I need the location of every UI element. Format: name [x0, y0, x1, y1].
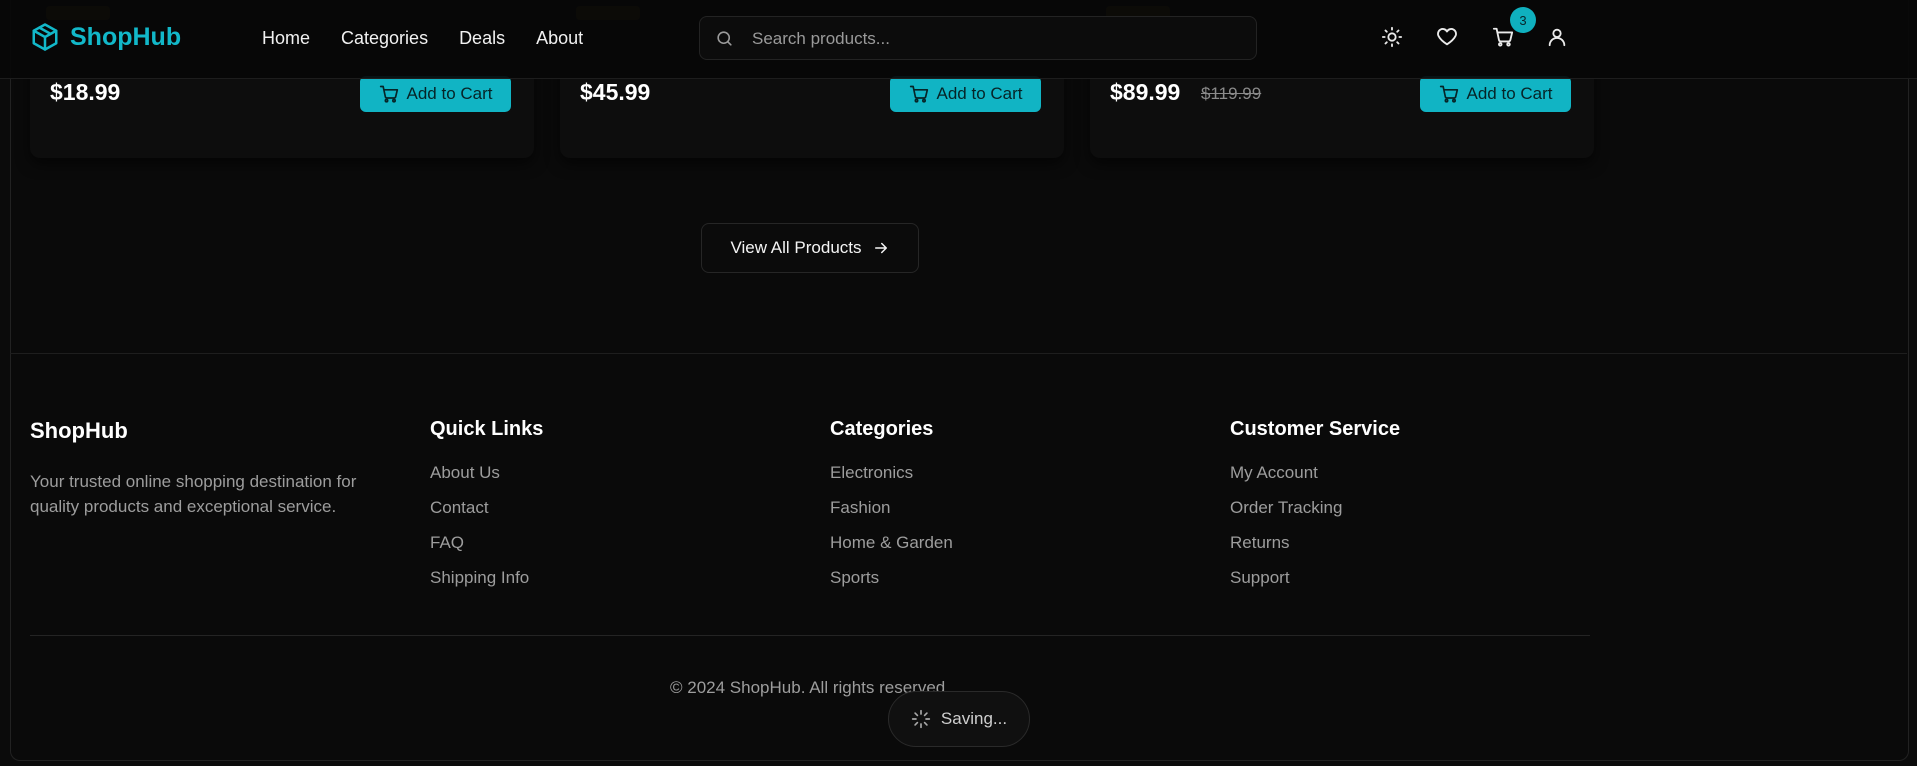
- footer-link[interactable]: Shipping Info: [430, 568, 543, 603]
- footer-link[interactable]: Fashion: [830, 498, 953, 533]
- product-original-price: $119.99: [1201, 84, 1262, 103]
- arrow-right-icon: [874, 242, 887, 254]
- add-to-cart-label: Add to Cart: [406, 84, 493, 103]
- add-to-cart-button[interactable]: Add to Cart: [360, 76, 511, 112]
- package-icon: [32, 23, 58, 51]
- nav-deals[interactable]: Deals: [459, 28, 505, 49]
- add-to-cart-label: Add to Cart: [936, 84, 1023, 103]
- footer-brand: ShopHub: [30, 418, 128, 443]
- sun-icon: [1381, 26, 1403, 48]
- brand-logo[interactable]: ShopHub: [30, 22, 181, 52]
- main-nav: Home Categories Deals About: [262, 28, 583, 49]
- footer-link[interactable]: Sports: [830, 568, 953, 603]
- view-all-label: View All Products: [730, 238, 862, 257]
- nav-home[interactable]: Home: [262, 28, 310, 49]
- brand-name: ShopHub: [70, 22, 182, 51]
- cart-icon: [1492, 27, 1514, 47]
- footer-link[interactable]: Order Tracking: [1230, 498, 1400, 533]
- product-price: $89.99: [1110, 79, 1181, 105]
- footer-column-title: Customer Service: [1230, 418, 1401, 440]
- cart-icon: [379, 85, 398, 103]
- footer-divider: [10, 353, 1907, 354]
- footer-link[interactable]: FAQ: [430, 533, 543, 568]
- footer-link[interactable]: Home & Garden: [830, 533, 953, 568]
- saving-label: Saving...: [940, 709, 1008, 728]
- search-icon: [717, 31, 732, 46]
- copyright-text: © 2024 ShopHub. All rights reserved.: [670, 678, 950, 697]
- add-to-cart-label: Add to Cart: [1466, 84, 1553, 103]
- saving-toast: Saving...: [888, 691, 1030, 747]
- footer-column-customer-service: Customer Service My Account Order Tracki…: [1230, 418, 1400, 603]
- view-all-products-button[interactable]: View All Products: [701, 223, 919, 273]
- site-header: ShopHub Home Categories Deals About 3: [0, 0, 1917, 79]
- footer-link[interactable]: Electronics: [830, 463, 953, 498]
- add-to-cart-button[interactable]: Add to Cart: [1420, 76, 1571, 112]
- spinner-icon: [911, 709, 931, 729]
- product-price: $18.99: [50, 79, 121, 105]
- wishlist-button[interactable]: [1436, 26, 1458, 48]
- search-input[interactable]: [750, 17, 1234, 61]
- footer-column-categories: Categories Electronics Fashion Home & Ga…: [830, 418, 953, 603]
- user-icon: [1548, 28, 1566, 47]
- heart-icon: [1437, 28, 1457, 46]
- footer-link[interactable]: Contact: [430, 498, 543, 533]
- footer-link[interactable]: About Us: [430, 463, 543, 498]
- add-to-cart-button[interactable]: Add to Cart: [890, 76, 1041, 112]
- account-button[interactable]: [1546, 26, 1568, 48]
- nav-about[interactable]: About: [536, 28, 583, 49]
- theme-toggle-button[interactable]: [1381, 26, 1403, 48]
- cart-count-badge: 3: [1510, 7, 1536, 33]
- footer-link[interactable]: My Account: [1230, 463, 1400, 498]
- footer-description: Your trusted online shopping destination…: [30, 472, 357, 516]
- search-bar: [699, 16, 1257, 61]
- footer-link[interactable]: Support: [1230, 568, 1400, 603]
- footer-link[interactable]: Returns: [1230, 533, 1400, 568]
- product-price: $45.99: [580, 79, 651, 105]
- cart-button[interactable]: [1492, 26, 1514, 48]
- footer-bottom-divider: [30, 635, 1590, 636]
- footer-column-title: Quick Links: [430, 418, 544, 440]
- footer-column-title: Categories: [830, 418, 934, 440]
- cart-icon: [1439, 85, 1458, 103]
- cart-icon: [909, 85, 928, 103]
- nav-categories[interactable]: Categories: [341, 28, 428, 49]
- footer-column-quick-links: Quick Links About Us Contact FAQ Shippin…: [430, 418, 543, 603]
